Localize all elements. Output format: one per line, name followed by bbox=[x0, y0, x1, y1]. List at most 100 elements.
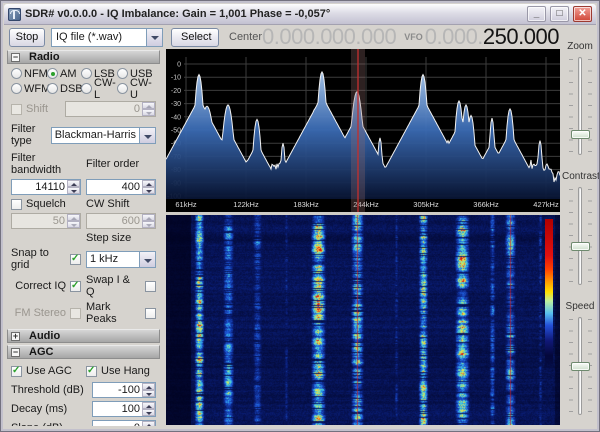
cw-shift-spinner[interactable] bbox=[142, 214, 155, 228]
cw-shift-input[interactable]: 600 bbox=[86, 213, 156, 229]
minimize-button[interactable]: _ bbox=[527, 6, 546, 22]
spin-up-icon[interactable] bbox=[142, 421, 155, 426]
filter-type-select[interactable]: Blackman-Harris bbox=[50, 126, 156, 144]
chevron-down-icon[interactable] bbox=[139, 127, 155, 143]
radio-button[interactable] bbox=[11, 83, 22, 94]
toolbar: Stop IQ file (*.wav) Select Center 0.000… bbox=[5, 24, 595, 50]
spin-up-icon[interactable] bbox=[142, 180, 155, 187]
use-hang-checkbox[interactable] bbox=[86, 365, 97, 377]
agc-threshold-spinner[interactable] bbox=[142, 383, 155, 397]
agc-slope-input[interactable]: 0 bbox=[92, 420, 156, 426]
radio-button[interactable] bbox=[81, 83, 92, 94]
swap-iq-row[interactable]: Swap I & Q bbox=[86, 274, 156, 298]
collapse-icon[interactable]: − bbox=[11, 52, 20, 62]
spin-up-icon[interactable] bbox=[142, 402, 155, 409]
correct-iq-row[interactable]: Correct IQ bbox=[11, 280, 81, 292]
squelch-spinner[interactable] bbox=[67, 214, 80, 228]
stop-button[interactable]: Stop bbox=[9, 27, 45, 47]
shift-input[interactable]: 0 bbox=[65, 101, 156, 117]
chevron-down-icon[interactable] bbox=[146, 28, 162, 46]
title-bar[interactable]: SDR# v0.0.0.0 - IQ Imbalance: Gain = 1,0… bbox=[4, 4, 596, 25]
shift-checkbox-row[interactable]: Shift bbox=[11, 103, 48, 115]
swap-iq-checkbox[interactable] bbox=[145, 280, 156, 292]
spin-down-icon[interactable] bbox=[142, 409, 155, 416]
spin-up-icon[interactable] bbox=[142, 214, 155, 221]
vfo-frequency-active-digits[interactable]: 250.000 bbox=[483, 24, 560, 49]
speed-slider[interactable]: Speed bbox=[562, 301, 598, 431]
contrast-slider-thumb[interactable] bbox=[571, 242, 590, 252]
vfo-frequency-display[interactable]: 0.000.250.000 bbox=[425, 24, 560, 50]
spin-down-icon[interactable] bbox=[142, 187, 155, 194]
mode-am[interactable]: AM bbox=[47, 67, 81, 80]
close-button[interactable]: ✕ bbox=[573, 6, 592, 22]
spin-down-icon[interactable] bbox=[142, 221, 155, 228]
zoom-slider[interactable]: Zoom bbox=[562, 41, 598, 171]
waterfall-canvas[interactable] bbox=[166, 215, 560, 425]
spin-up-icon[interactable] bbox=[142, 383, 155, 390]
squelch-checkbox[interactable] bbox=[11, 198, 22, 210]
select-file-button[interactable]: Select bbox=[171, 27, 219, 47]
contrast-slider-track[interactable] bbox=[578, 187, 582, 285]
filter-order-spinner[interactable] bbox=[142, 180, 155, 194]
vfo-frequency-gray-digits[interactable]: 0.000. bbox=[425, 24, 484, 49]
fm-stereo-row[interactable]: FM Stereo bbox=[11, 307, 81, 319]
mode-cw-l[interactable]: CW-L bbox=[81, 77, 117, 101]
radio-button[interactable] bbox=[47, 83, 58, 94]
step-size-select[interactable]: 1 kHz bbox=[86, 250, 156, 268]
slider-ticks bbox=[569, 189, 573, 283]
zoom-slider-thumb[interactable] bbox=[571, 129, 590, 139]
mark-peaks-row[interactable]: Mark Peaks bbox=[86, 301, 156, 325]
agc-slope-spinner[interactable] bbox=[142, 421, 155, 426]
use-agc-checkbox[interactable] bbox=[11, 365, 22, 377]
squelch-input[interactable]: 50 bbox=[11, 213, 81, 229]
use-hang-row[interactable]: Use Hang bbox=[86, 365, 156, 377]
panel-header-radio[interactable]: − Radio bbox=[7, 50, 160, 64]
agc-decay-input[interactable]: 100 bbox=[92, 401, 156, 417]
collapse-icon[interactable]: + bbox=[11, 331, 20, 341]
filter-bandwidth-input[interactable]: 14110 bbox=[11, 179, 81, 195]
radio-button[interactable] bbox=[81, 68, 92, 79]
radio-button[interactable] bbox=[117, 68, 128, 79]
waterfall-display[interactable] bbox=[166, 215, 560, 425]
spin-down-icon[interactable] bbox=[67, 221, 80, 228]
spin-up-icon[interactable] bbox=[67, 214, 80, 221]
panel-header-audio[interactable]: + Audio bbox=[7, 329, 160, 343]
collapse-icon[interactable]: − bbox=[11, 347, 20, 357]
spin-up-icon[interactable] bbox=[67, 180, 80, 187]
correct-iq-checkbox[interactable] bbox=[70, 280, 81, 292]
spectrum-display[interactable]: 0-10-20-30-40-50-60-70-80-90-10061kHz122… bbox=[166, 49, 560, 212]
spin-down-icon[interactable] bbox=[67, 187, 80, 194]
slider-ticks bbox=[588, 189, 592, 283]
shift-spinner[interactable] bbox=[142, 102, 155, 116]
radio-button[interactable] bbox=[11, 68, 22, 79]
shift-checkbox[interactable] bbox=[11, 103, 22, 115]
filter-bandwidth-spinner[interactable] bbox=[67, 180, 80, 194]
agc-decay-spinner[interactable] bbox=[142, 402, 155, 416]
agc-threshold-input[interactable]: -100 bbox=[92, 382, 156, 398]
mode-dsb[interactable]: DSB bbox=[47, 82, 83, 95]
spin-down-icon[interactable] bbox=[142, 109, 155, 116]
zoom-slider-track[interactable] bbox=[578, 57, 582, 155]
spin-up-icon[interactable] bbox=[142, 102, 155, 109]
mode-nfm[interactable]: NFM bbox=[11, 67, 48, 80]
snap-to-grid-row[interactable]: Snap to grid bbox=[11, 247, 81, 271]
speed-slider-thumb[interactable] bbox=[571, 361, 590, 371]
center-frequency-display[interactable]: 0.000.000.000 bbox=[262, 24, 397, 50]
mode-wfm[interactable]: WFM bbox=[11, 82, 50, 95]
radio-button[interactable] bbox=[47, 68, 58, 79]
mode-cw-u[interactable]: CW-U bbox=[117, 77, 156, 101]
fm-stereo-checkbox[interactable] bbox=[70, 307, 81, 319]
snap-to-grid-checkbox[interactable] bbox=[70, 253, 81, 265]
panel-header-agc[interactable]: − AGC bbox=[7, 345, 160, 359]
maximize-button[interactable]: □ bbox=[550, 6, 569, 22]
spin-down-icon[interactable] bbox=[142, 390, 155, 397]
mark-peaks-checkbox[interactable] bbox=[145, 307, 156, 319]
spectrum-plot[interactable]: 0-10-20-30-40-50-60-70-80-90-10061kHz122… bbox=[166, 49, 560, 212]
squelch-checkbox-row[interactable]: Squelch bbox=[11, 198, 81, 210]
use-agc-row[interactable]: Use AGC bbox=[11, 365, 81, 377]
radio-button[interactable] bbox=[117, 83, 128, 94]
source-select[interactable]: IQ file (*.wav) bbox=[51, 27, 163, 47]
filter-order-input[interactable]: 400 bbox=[86, 179, 156, 195]
contrast-slider[interactable]: Contrast bbox=[562, 171, 599, 301]
chevron-down-icon[interactable] bbox=[139, 251, 155, 267]
